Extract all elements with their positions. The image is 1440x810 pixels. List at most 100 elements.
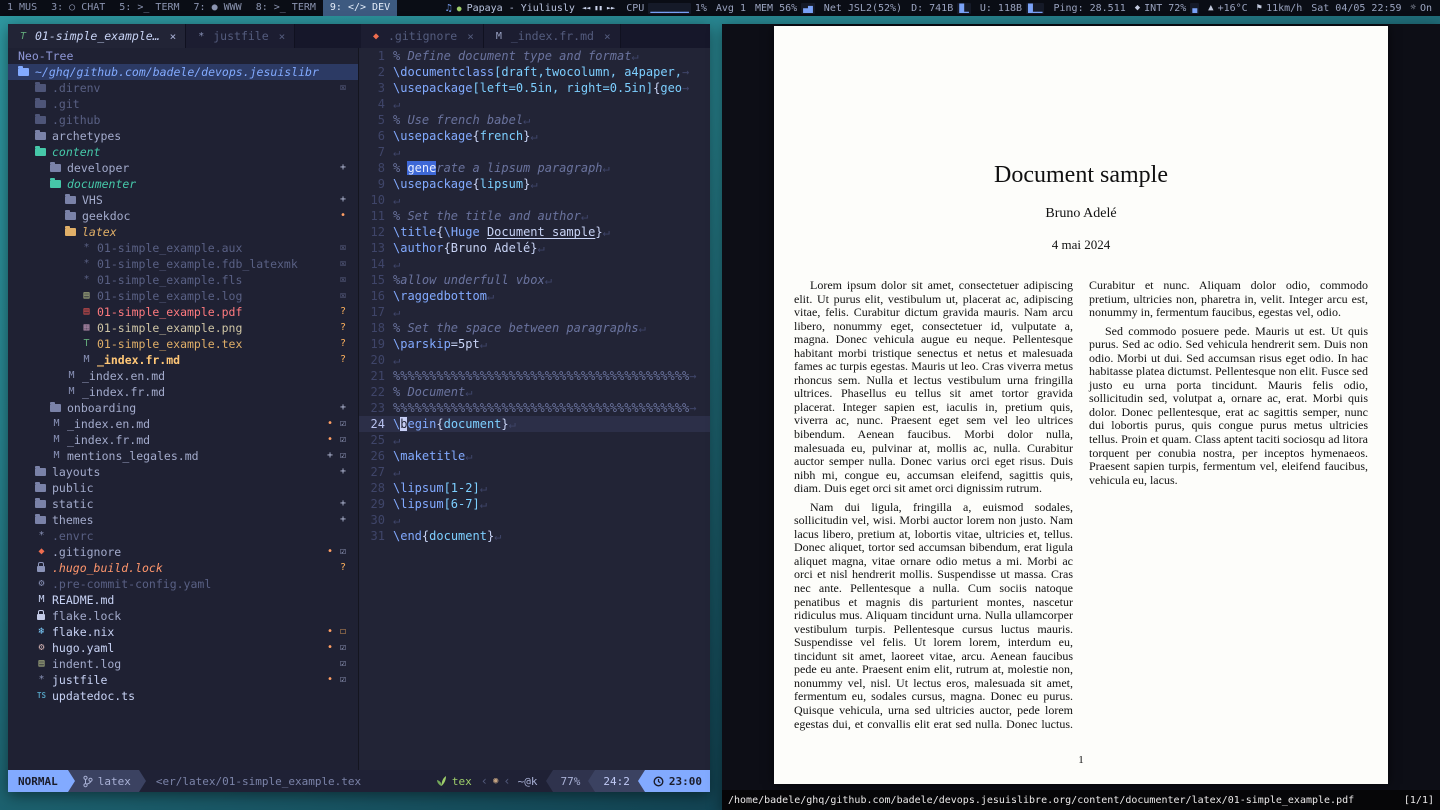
editor[interactable]: 1% Define document type and format↵2\doc… (358, 48, 710, 770)
tree-item[interactable]: themes+ (8, 512, 358, 528)
tree-item[interactable]: documenter (8, 176, 358, 192)
workspace-item[interactable]: 9: </> DEV (323, 0, 397, 16)
tree-item[interactable]: TSupdatedoc.ts (8, 688, 358, 704)
tab-close-icon[interactable]: × (467, 30, 474, 43)
tree-item[interactable]: .direnv☒ (8, 80, 358, 96)
workspace-item[interactable]: 7: ● WWW (187, 0, 249, 16)
tree-item[interactable]: .hugo_build.lock? (8, 560, 358, 576)
tab-close-icon[interactable]: × (170, 30, 177, 43)
workspace-item[interactable]: 8: >_ TERM (249, 0, 323, 16)
editor-line[interactable]: 15%allow underfull vbox↵ (359, 272, 710, 288)
editor-line[interactable]: 5% Use french babel↵ (359, 112, 710, 128)
workspace-item[interactable]: 5: >_ TERM (112, 0, 186, 16)
neotree-root-item[interactable]: ~/ghq/github.com/badele/devops.jesuislib… (8, 64, 358, 80)
editor-line[interactable]: 23%%%%%%%%%%%%%%%%%%%%%%%%%%%%%%%%%%%%%%… (359, 400, 710, 416)
editor-line[interactable]: 4↵ (359, 96, 710, 112)
stat-text: +16°C (1218, 3, 1248, 14)
editor-line[interactable]: 13\author{Bruno Adelé}↵ (359, 240, 710, 256)
media-pause-button[interactable]: ▮▮ (594, 4, 602, 12)
editor-line[interactable]: 27↵ (359, 464, 710, 480)
editor-line[interactable]: 29\lipsum[6-7]↵ (359, 496, 710, 512)
editor-line[interactable]: 25↵ (359, 432, 710, 448)
tree-item[interactable]: latex (8, 224, 358, 240)
editor-line[interactable]: 21%%%%%%%%%%%%%%%%%%%%%%%%%%%%%%%%%%%%%%… (359, 368, 710, 384)
tree-item[interactable]: content (8, 144, 358, 160)
tree-item[interactable]: M_index.fr.md? (8, 352, 358, 368)
tree-item[interactable]: .github (8, 112, 358, 128)
editor-line[interactable]: 26\maketitle↵ (359, 448, 710, 464)
editor-line[interactable]: 6\usepackage{french}↵ (359, 128, 710, 144)
editor-line[interactable]: 18% Set the space between paragraphs↵ (359, 320, 710, 336)
editor-line[interactable]: 30↵ (359, 512, 710, 528)
tree-item-label: 01-simple_example.log (97, 288, 242, 304)
tab-close-icon[interactable]: × (279, 30, 286, 43)
tree-item[interactable]: T01-simple_example.tex? (8, 336, 358, 352)
tree-item-label: 01-simple_example.aux (97, 240, 242, 256)
line-text: % Define document type and format↵ (393, 48, 710, 64)
tree-item[interactable]: M_index.en.md•☑ (8, 416, 358, 432)
tree-item[interactable]: geekdoc• (8, 208, 358, 224)
topbar-stat: CPU▁▁▁▁▁▁▁▁1% (626, 3, 707, 14)
folder-open-icon (35, 148, 46, 156)
buffer-tab[interactable]: M_index.fr.md× (484, 24, 621, 48)
editor-line[interactable]: 10↵ (359, 192, 710, 208)
tree-item[interactable]: *justfile•☑ (8, 672, 358, 688)
tree-item[interactable]: ⚙.pre-commit-config.yaml (8, 576, 358, 592)
editor-line[interactable]: 17↵ (359, 304, 710, 320)
tree-item[interactable]: ⚙hugo.yaml•☑ (8, 640, 358, 656)
tree-item[interactable]: .git (8, 96, 358, 112)
tree-item[interactable]: ❄flake.nix•☐ (8, 624, 358, 640)
tree-item[interactable]: developer+ (8, 160, 358, 176)
pdf-view[interactable]: Document sample Bruno Adelé 4 mai 2024 L… (722, 24, 1440, 790)
stat-text: MEM 56% (755, 3, 797, 14)
editor-line[interactable]: 20↵ (359, 352, 710, 368)
tree-item[interactable]: archetypes (8, 128, 358, 144)
tree-item[interactable]: onboarding+ (8, 400, 358, 416)
editor-line[interactable]: 14↵ (359, 256, 710, 272)
tree-item[interactable]: M_index.fr.md (8, 384, 358, 400)
tab-close-icon[interactable]: × (604, 30, 611, 43)
chevron-left-icon: ‹ (481, 774, 488, 788)
tree-item[interactable]: layouts+ (8, 464, 358, 480)
tree-item[interactable]: *.envrc (8, 528, 358, 544)
neotree-panel: Neo-Tree ~/ghq/github.com/badele/devops.… (8, 48, 358, 770)
tree-item[interactable]: ▤01-simple_example.pdf? (8, 304, 358, 320)
tree-item[interactable]: *01-simple_example.fdb_latexmk☒ (8, 256, 358, 272)
editor-line[interactable]: 11% Set the title and author↵ (359, 208, 710, 224)
editor-line[interactable]: 31\end{document}↵ (359, 528, 710, 544)
buffer-tab[interactable]: T01-simple_example…× (8, 24, 186, 48)
tree-item[interactable]: VHS+ (8, 192, 358, 208)
editor-line[interactable]: 8% generate a lipsum paragraph↵ (359, 160, 710, 176)
editor-line[interactable]: 9\usepackage{lipsum}↵ (359, 176, 710, 192)
buffer-tab[interactable]: ◆.gitignore× (361, 24, 484, 48)
git-status-badge: • (327, 640, 333, 656)
tree-item[interactable]: Mmentions_legales.md+☑ (8, 448, 358, 464)
editor-line[interactable]: 3\usepackage[left=0.5in, right=0.5in]{ge… (359, 80, 710, 96)
editor-line[interactable]: 2\documentclass[draft,twocolumn, a4paper… (359, 64, 710, 80)
media-prev-button[interactable]: ◄◄ (582, 4, 590, 12)
tree-item[interactable]: ▤01-simple_example.log☒ (8, 288, 358, 304)
editor-line[interactable]: 12\title{\Huge Document sample}↵ (359, 224, 710, 240)
tree-item[interactable]: *01-simple_example.aux☒ (8, 240, 358, 256)
workspace-item[interactable]: 1 MUS (0, 0, 44, 16)
tree-item[interactable]: M_index.fr.md•☑ (8, 432, 358, 448)
editor-line[interactable]: 28\lipsum[1-2]↵ (359, 480, 710, 496)
editor-line[interactable]: 24\begin{document}↵ (359, 416, 710, 432)
buffer-tab[interactable]: *justfile× (186, 24, 295, 48)
tree-item[interactable]: ▦01-simple_example.png? (8, 320, 358, 336)
tree-item[interactable]: M_index.en.md (8, 368, 358, 384)
tree-item[interactable]: ◆.gitignore•☑ (8, 544, 358, 560)
workspace-item[interactable]: 3: ○ CHAT (44, 0, 112, 16)
tree-item[interactable]: static+ (8, 496, 358, 512)
tree-item[interactable]: ▤indent.log☑ (8, 656, 358, 672)
editor-line[interactable]: 1% Define document type and format↵ (359, 48, 710, 64)
tree-item[interactable]: public (8, 480, 358, 496)
editor-line[interactable]: 16\raggedbottom↵ (359, 288, 710, 304)
editor-line[interactable]: 22% Document↵ (359, 384, 710, 400)
tree-item[interactable]: MREADME.md (8, 592, 358, 608)
editor-line[interactable]: 19\parskip=5pt↵ (359, 336, 710, 352)
tree-item[interactable]: *01-simple_example.fls☒ (8, 272, 358, 288)
editor-line[interactable]: 7↵ (359, 144, 710, 160)
media-next-button[interactable]: ►► (607, 4, 615, 12)
tree-item[interactable]: flake.lock (8, 608, 358, 624)
